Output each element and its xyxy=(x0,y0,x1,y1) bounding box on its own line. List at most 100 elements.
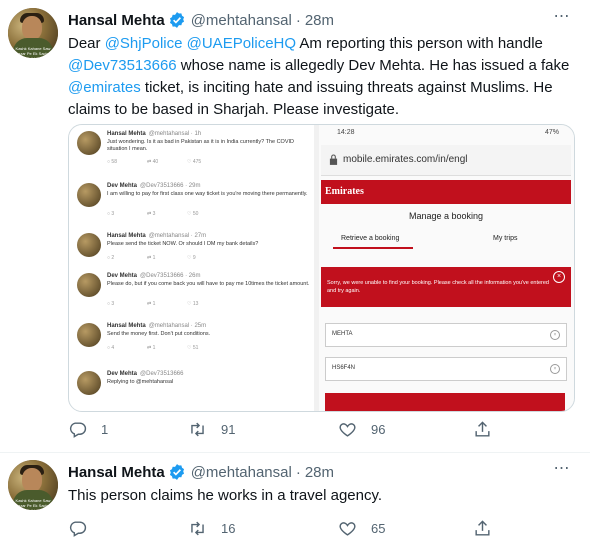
emirates-header: Emirates xyxy=(321,180,571,204)
url-bar: mobile.emirates.com/in/engl xyxy=(321,145,571,176)
avatar[interactable]: Kashk Kahane Saw Hazar Pe Ek Sachai Hoti… xyxy=(8,8,58,58)
like-count: 65 xyxy=(371,521,386,536)
clear-field-icon: × xyxy=(550,330,560,340)
tweet-text-segment: ticket, is inciting hate and issuing thr… xyxy=(68,79,553,118)
verified-badge-icon xyxy=(169,464,184,480)
thread-count: ♡ 475 xyxy=(187,159,202,165)
last-name-value: MEHTA xyxy=(332,331,353,337)
tweet-text-segment: Dear xyxy=(68,35,105,52)
retweet-icon xyxy=(191,521,204,536)
thread-author: Dev Mehta @Dev73513666 · 26m xyxy=(107,273,201,279)
share-icon xyxy=(475,520,490,536)
lock-icon xyxy=(329,154,338,165)
mention-link[interactable]: @ShjPolice xyxy=(105,35,183,52)
thread-count: ⇄ 1 xyxy=(147,255,156,261)
booking-tabs: Retrieve a booking My trips xyxy=(321,229,571,249)
booking-error-banner: Sorry, we were unable to find your booki… xyxy=(321,267,571,307)
tweet-text-segment: whose name is allegedly Dev Mehta. He ha… xyxy=(176,57,570,74)
thread-count: ○ 58 xyxy=(107,159,117,165)
reply-button[interactable]: 1 xyxy=(68,420,108,439)
thread-text: Please do, but if you come back you will… xyxy=(107,281,310,287)
reply-button[interactable] xyxy=(68,519,101,538)
thread-author: Hansal Mehta @mehtahansal · 25m xyxy=(107,323,207,329)
mention-link[interactable]: @emirates xyxy=(68,79,141,96)
retweet-button[interactable]: 16 xyxy=(188,519,235,538)
booking-ref-field: HS6F4N × xyxy=(325,357,567,381)
verified-badge-icon xyxy=(169,12,184,28)
reply-count: 1 xyxy=(101,422,109,437)
thread-count: ○ 3 xyxy=(107,211,115,217)
tweet-text: Dear @ShjPolice @UAEPoliceHQ Am reportin… xyxy=(68,33,573,121)
author-handle[interactable]: @mehtahansal xyxy=(191,12,292,29)
active-tab-underline xyxy=(333,247,413,249)
author-name[interactable]: Hansal Mehta xyxy=(68,464,165,481)
avatar[interactable]: Kashk Kahane Saw Hazar Pe Ek Sachai Hoti… xyxy=(8,460,58,510)
retweet-button[interactable]: 91 xyxy=(188,420,235,439)
thread-text: Just wondering. Is it as bad in Pakistan… xyxy=(107,139,294,152)
more-options-icon[interactable]: ⋯ xyxy=(550,8,574,32)
thread-count: ⇄ 1 xyxy=(147,345,156,351)
booking-ref-value: HS6F4N xyxy=(332,365,356,371)
tweet-header: Hansal Mehta @mehtahansal · 28m xyxy=(68,461,334,483)
tweet-media-image[interactable]: Hansal Mehta @mehtahansal · 1h Just wonder… xyxy=(68,124,575,412)
thread-text: Please send the ticket NOW. Or should I … xyxy=(107,241,259,247)
mention-link[interactable]: @Dev73513666 xyxy=(68,57,177,74)
avatar-caption: Kashk Kahane Saw Hazar Pe Ek Sachai Hoti… xyxy=(15,498,51,510)
like-button[interactable]: 65 xyxy=(338,519,385,538)
thread-avatar xyxy=(77,323,101,347)
thread-avatar xyxy=(77,183,101,207)
thread-count: ⇄ 1 xyxy=(147,301,156,307)
tweet-text: This person claims he works in a travel … xyxy=(68,485,573,507)
thread-actions: ○ 3 ⇄ 1 ♡ 13 xyxy=(107,301,227,307)
more-options-icon[interactable]: ⋯ xyxy=(550,460,574,484)
tweet-actions: 16 65 xyxy=(68,519,573,543)
screenshot-thread: Hansal Mehta @mehtahansal · 1h Just wonder… xyxy=(69,125,314,411)
thread-count: ⇄ 40 xyxy=(147,159,159,165)
tweet-header: Hansal Mehta @mehtahansal · 28m xyxy=(68,9,334,31)
thread-count: ⇄ 3 xyxy=(147,211,156,217)
mention-link[interactable]: @UAEPoliceHQ xyxy=(187,35,296,52)
tweet-text-segment: This person claims he works in a travel … xyxy=(68,487,383,504)
thread-count: ♡ 50 xyxy=(187,211,199,217)
thread-avatar xyxy=(77,131,101,155)
thread-count: ♡ 9 xyxy=(187,255,196,261)
tab-my-trips: My trips xyxy=(493,235,518,242)
thread-author: Dev Mehta @Dev73513666 · 29m xyxy=(107,183,201,189)
thread-text: Replying to @mehtahansal xyxy=(107,379,174,385)
thread-count: ○ 3 xyxy=(107,301,115,307)
thread-actions: ○ 58 ⇄ 40 ♡ 475 xyxy=(107,159,227,165)
tweet[interactable]: Kashk Kahane Saw Hazar Pe Ek Sachai Hoti… xyxy=(0,452,590,545)
author-handle[interactable]: @mehtahansal xyxy=(191,464,292,481)
clear-field-icon: × xyxy=(550,364,560,374)
url-text: mobile.emirates.com/in/engl xyxy=(343,154,468,165)
like-count: 96 xyxy=(371,422,386,437)
separator-dot: · xyxy=(295,463,301,481)
thread-actions: ○ 4 ⇄ 1 ♡ 51 xyxy=(107,345,227,351)
timestamp[interactable]: 28m xyxy=(305,464,334,481)
thread-count: ○ 4 xyxy=(107,345,115,351)
thread-avatar xyxy=(77,371,101,395)
screenshot-emirates-page: 14:28 47% mobile.emirates.com/in/engl Em… xyxy=(319,125,574,411)
timestamp[interactable]: 28m xyxy=(305,12,334,29)
thread-text: Send the money first. Don't put conditio… xyxy=(107,331,211,337)
heart-icon xyxy=(339,423,356,437)
thread-actions: ○ 3 ⇄ 3 ♡ 50 xyxy=(107,211,227,217)
thread-avatar xyxy=(77,233,101,257)
author-name[interactable]: Hansal Mehta xyxy=(68,12,165,29)
separator-dot: · xyxy=(295,11,301,29)
retweet-count: 91 xyxy=(221,422,236,437)
like-button[interactable]: 96 xyxy=(338,420,385,439)
booking-error-text: Sorry, we were unable to find your booki… xyxy=(327,280,549,294)
thread-author: Hansal Mehta @mehtahansal · 1h xyxy=(107,131,202,137)
thread-count: ♡ 13 xyxy=(187,301,199,307)
tweet-actions: 1 91 96 xyxy=(68,420,573,444)
share-button[interactable] xyxy=(473,519,492,538)
share-button[interactable] xyxy=(473,420,492,439)
phone-battery: 47% xyxy=(544,129,559,136)
tweet[interactable]: Kashk Kahane Saw Hazar Pe Ek Sachai Hoti… xyxy=(0,0,590,453)
tweet-text-segment: Am reporting this person with handle xyxy=(296,35,543,52)
thread-text: I am willing to pay for first class one … xyxy=(107,191,308,197)
tab-retrieve-booking: Retrieve a booking xyxy=(341,235,400,242)
retrieve-booking-button xyxy=(325,393,565,411)
thread-author: Hansal Mehta @mehtahansal · 27m xyxy=(107,233,207,239)
